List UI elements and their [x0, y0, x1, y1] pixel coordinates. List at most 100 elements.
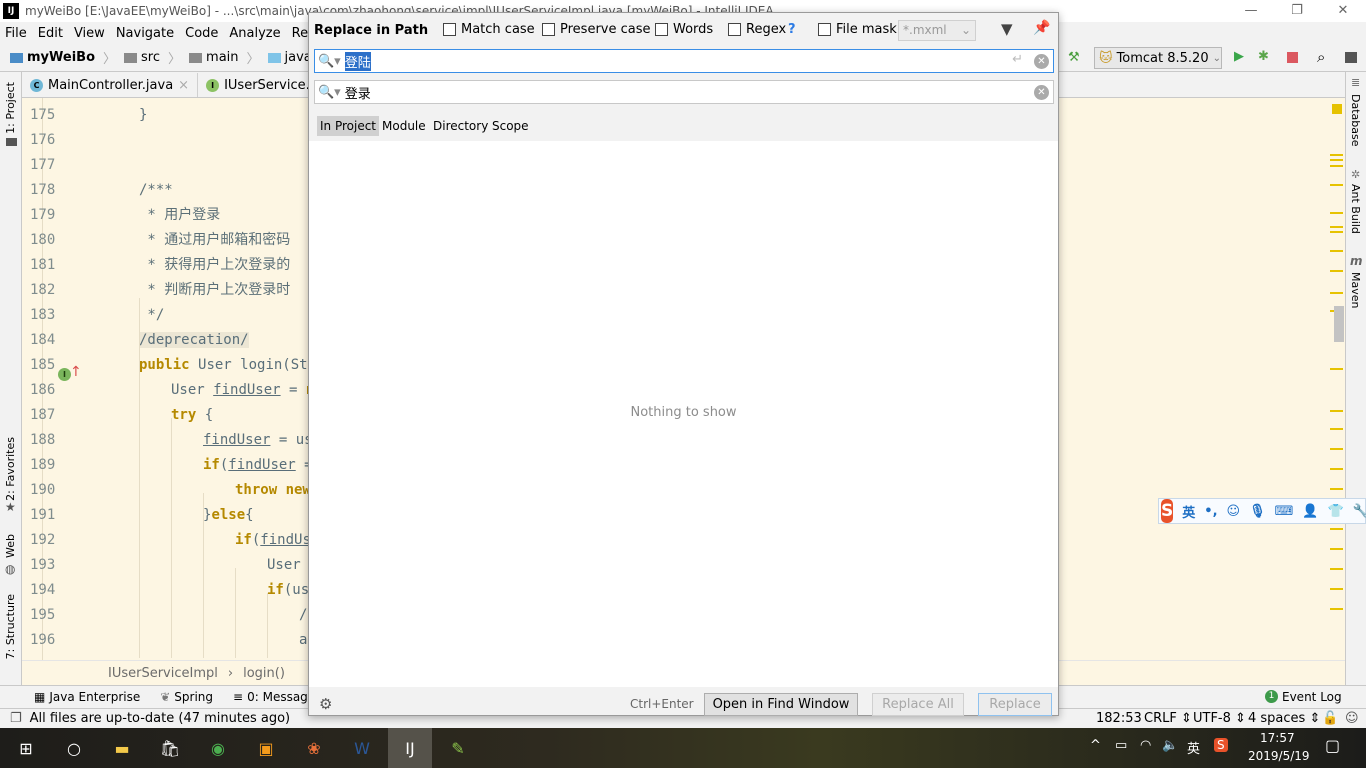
- nav-crumb[interactable]: src: [124, 50, 160, 65]
- scope-tab-module[interactable]: Module: [379, 116, 429, 136]
- error-stripe-mark[interactable]: [1330, 608, 1343, 610]
- menu-analyze[interactable]: Analyze: [229, 26, 280, 41]
- microphone-icon[interactable]: 🎙: [1249, 504, 1266, 519]
- clear-replace-icon[interactable]: ✕: [1034, 85, 1049, 100]
- battery-icon[interactable]: ▭: [1115, 738, 1127, 753]
- error-stripe-mark[interactable]: [1330, 159, 1343, 161]
- breadcrumb-method[interactable]: login(): [243, 666, 285, 681]
- inspector-icon[interactable]: ☺: [1345, 711, 1359, 726]
- error-stripe-mark[interactable]: [1330, 270, 1343, 272]
- warning-indicator-icon[interactable]: [1332, 104, 1342, 114]
- error-stripe-mark[interactable]: [1330, 568, 1343, 570]
- skin-shirt-icon[interactable]: 👕: [1328, 504, 1344, 519]
- option-filemask-checkbox[interactable]: File mask:: [818, 22, 901, 37]
- menu-navigate[interactable]: Navigate: [116, 26, 174, 41]
- stop-icon[interactable]: [1287, 52, 1298, 63]
- sogou-logo-icon[interactable]: S: [1161, 499, 1174, 523]
- clock-date[interactable]: 2019/5/19: [1248, 749, 1310, 763]
- file-explorer-icon[interactable]: ▬: [100, 728, 144, 768]
- tool-ant-build[interactable]: Ant Build: [1349, 184, 1362, 234]
- event-log-button[interactable]: Event Log: [1282, 690, 1342, 704]
- error-stripe-mark[interactable]: [1330, 212, 1343, 214]
- filter-icon[interactable]: ▼: [1001, 20, 1013, 38]
- error-stripe-mark[interactable]: [1330, 231, 1343, 233]
- tool-project[interactable]: 1: Project: [4, 82, 17, 134]
- scope-tab-directory[interactable]: Directory: [430, 116, 491, 136]
- editor-tab[interactable]: C MainController.java ×: [22, 73, 199, 97]
- replace-all-button[interactable]: Replace All: [872, 693, 964, 716]
- run-config-dropdown[interactable]: 🐱 Tomcat 8.5.20 ⌄: [1094, 47, 1222, 69]
- clock-time[interactable]: 17:57: [1260, 731, 1295, 745]
- error-stripe-mark[interactable]: [1330, 165, 1343, 167]
- menu-edit[interactable]: Edit: [38, 26, 63, 41]
- nav-crumb[interactable]: myWeiBo: [10, 50, 95, 65]
- regex-help-link[interactable]: ?: [788, 22, 796, 37]
- navicat-icon[interactable]: ❀: [292, 728, 336, 768]
- menu-view[interactable]: View: [74, 26, 105, 41]
- sogou-tray-icon[interactable]: S: [1214, 738, 1228, 752]
- scrollbar-thumb[interactable]: [1334, 306, 1344, 342]
- store-icon[interactable]: 🛍: [148, 728, 192, 768]
- volume-icon[interactable]: 🔈: [1162, 738, 1178, 753]
- error-stripe-mark[interactable]: [1330, 250, 1343, 252]
- file-mask-dropdown[interactable]: *.mxml ⌄: [898, 20, 976, 41]
- tool-java-enterprise[interactable]: Java Enterprise: [49, 690, 140, 704]
- input-language[interactable]: 英: [1187, 738, 1200, 757]
- tool-web[interactable]: Web: [4, 534, 17, 558]
- file-encoding[interactable]: UTF-8 ⇕: [1193, 711, 1246, 726]
- nav-crumb[interactable]: main: [189, 50, 239, 65]
- clear-search-icon[interactable]: ✕: [1034, 54, 1049, 69]
- error-stripe-mark[interactable]: [1330, 548, 1343, 550]
- indent-setting[interactable]: 4 spaces ⇕: [1248, 711, 1320, 726]
- error-stripe-mark[interactable]: [1330, 468, 1343, 470]
- scope-tab-in-project[interactable]: In Project: [317, 116, 380, 136]
- replace-input[interactable]: 🔍▾ 登录 ✕: [314, 80, 1054, 104]
- run-icon[interactable]: ▶: [1234, 49, 1244, 64]
- project-structure-icon[interactable]: [1345, 52, 1357, 63]
- search-history-icon[interactable]: 🔍▾: [318, 54, 341, 69]
- debug-icon[interactable]: ✱: [1258, 49, 1269, 64]
- error-stripe-mark[interactable]: [1330, 410, 1343, 412]
- chrome-icon[interactable]: ◉: [196, 728, 240, 768]
- close-tab-icon[interactable]: ×: [178, 78, 189, 93]
- error-stripe-mark[interactable]: [1330, 428, 1343, 430]
- tool-spring[interactable]: Spring: [174, 690, 213, 704]
- settings-gear-icon[interactable]: ⚙: [319, 695, 332, 713]
- pin-icon[interactable]: 📌: [1033, 20, 1050, 36]
- option-matchcase-checkbox[interactable]: Match case: [443, 22, 535, 37]
- override-arrow-icon[interactable]: ↑: [70, 364, 82, 380]
- menu-file[interactable]: File: [5, 26, 27, 41]
- error-stripe-mark[interactable]: [1330, 368, 1343, 370]
- breadcrumb-class[interactable]: IUserServiceImpl: [108, 666, 218, 681]
- tool-database[interactable]: Database: [1349, 94, 1362, 147]
- start-windows-icon[interactable]: ⊞: [4, 728, 48, 768]
- error-stripe-mark[interactable]: [1330, 154, 1343, 156]
- caret-position[interactable]: 182:53: [1096, 711, 1142, 726]
- user-icon[interactable]: 👤: [1302, 504, 1318, 519]
- wifi-icon[interactable]: ◠: [1140, 738, 1151, 753]
- search-everywhere-icon[interactable]: ⌕: [1317, 48, 1325, 66]
- notepad-icon[interactable]: ✎: [436, 728, 480, 768]
- tool-maven[interactable]: Maven: [1349, 272, 1362, 308]
- error-stripe-mark[interactable]: [1330, 292, 1343, 294]
- settings-wrench-icon[interactable]: 🔧: [1353, 504, 1366, 519]
- restore-button[interactable]: ❐: [1274, 0, 1320, 22]
- replace-button[interactable]: Replace: [978, 693, 1052, 716]
- build-hammer-icon[interactable]: ⚒: [1068, 50, 1080, 65]
- newline-icon[interactable]: ↵: [1012, 52, 1023, 67]
- emoji-icon[interactable]: ☺: [1227, 504, 1241, 519]
- option-regex-checkbox[interactable]: Regex: [728, 22, 786, 37]
- punctuation-icon[interactable]: •,: [1204, 504, 1217, 519]
- nav-crumb[interactable]: java: [267, 50, 312, 65]
- menu-code[interactable]: Code: [185, 26, 218, 41]
- minimize-button[interactable]: —: [1228, 0, 1274, 22]
- intellij-taskbar-icon[interactable]: IJ: [388, 728, 432, 768]
- close-button[interactable]: ✕: [1320, 0, 1366, 22]
- option-words-checkbox[interactable]: Words: [655, 22, 713, 37]
- open-in-find-window-button[interactable]: Open in Find Window: [704, 693, 858, 716]
- line-separator[interactable]: CRLF ⇕: [1144, 711, 1192, 726]
- search-input[interactable]: 🔍▾ 登陆 ↵ ✕: [314, 49, 1054, 73]
- keyboard-icon[interactable]: ⌨: [1275, 504, 1294, 519]
- error-stripe-mark[interactable]: [1330, 588, 1343, 590]
- error-stripe-mark[interactable]: [1330, 488, 1343, 490]
